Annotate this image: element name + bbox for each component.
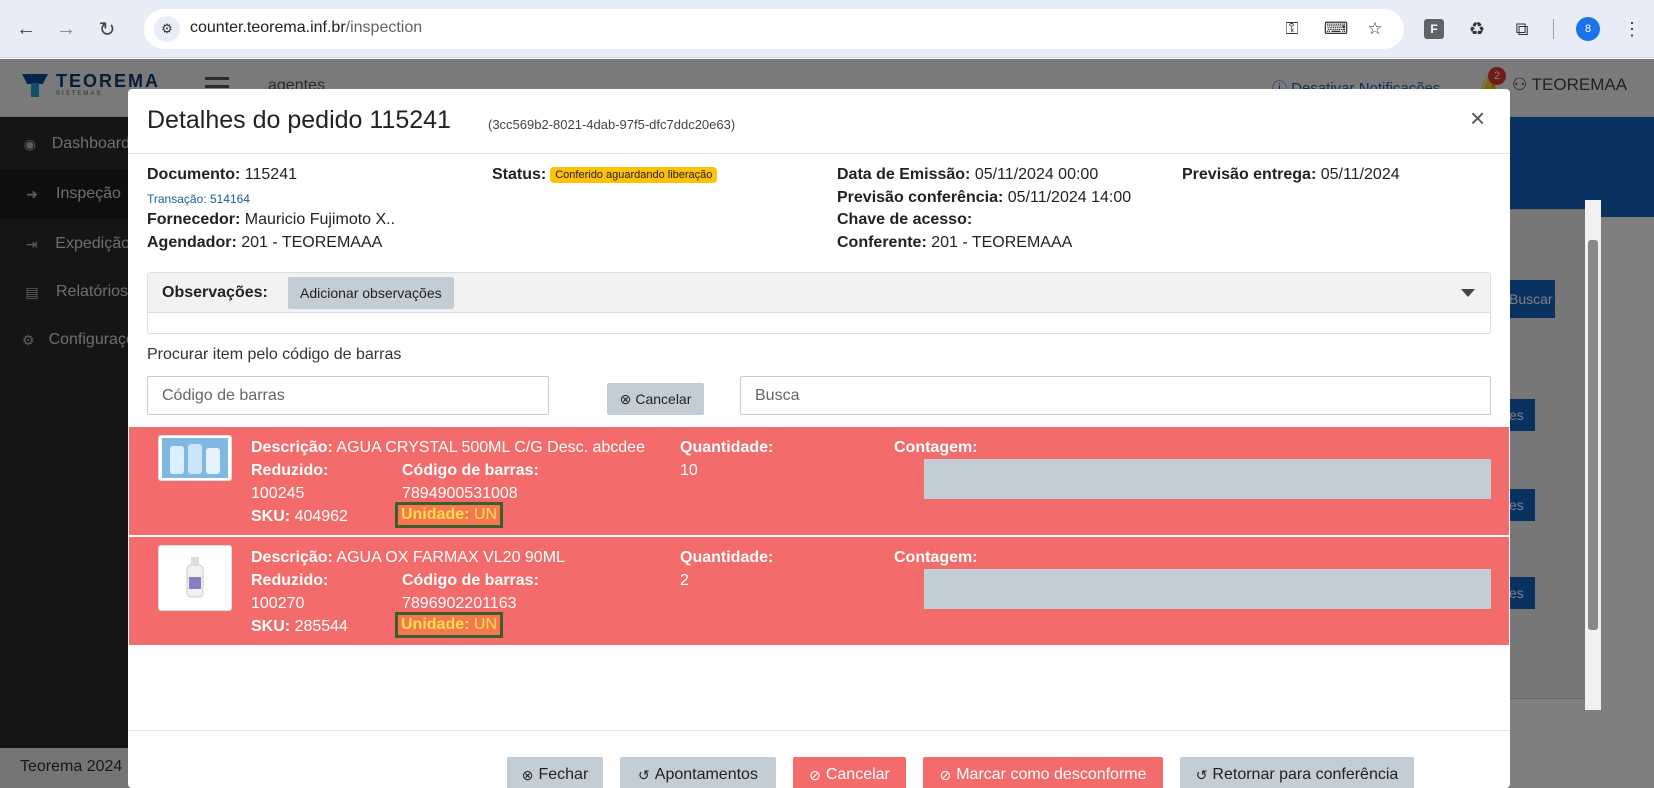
history-icon: ↺ [638, 766, 650, 783]
cancel-order-button[interactable]: ⊘ Cancelar [793, 757, 906, 788]
password-key-icon[interactable]: ⚿ [1280, 17, 1304, 41]
item-sku: SKU: 404962 [251, 508, 348, 525]
water-bottles-image [162, 438, 228, 478]
observacoes-panel: Observações: Adicionar observações [147, 272, 1491, 334]
cancel-search-button[interactable]: ⊗ Cancelar [607, 383, 704, 415]
item-barcode-value: 7896902201163 [402, 595, 517, 612]
return-to-check-button[interactable]: ↺ Retornar para conferência [1180, 757, 1414, 788]
item-reduzido-label: Reduzido: [251, 572, 329, 589]
item-reduzido-value: 100245 [251, 485, 305, 502]
address-bar[interactable]: ⚙ counter.teorema.inf.br/inspection ⚿ ⌨ … [144, 9, 1404, 49]
mark-nonconforming-button[interactable]: ⊘ Marcar como desconforme [923, 757, 1163, 788]
item-row: Descrição: AGUA OX FARMAX VL20 90ML Redu… [129, 537, 1509, 645]
recycle-extension-icon[interactable]: ♻ [1463, 15, 1491, 43]
item-description: Descrição: AGUA OX FARMAX VL20 90ML [251, 549, 565, 566]
agendador-field: Agendador: 201 - TEOREMAAA [147, 234, 383, 251]
browser-toolbar: ← → ↻ ⚙ counter.teorema.inf.br/inspectio… [0, 0, 1654, 58]
browser-menu-icon[interactable]: ⋮ [1618, 15, 1646, 43]
page-scrollbar-thumb[interactable] [1588, 240, 1598, 630]
translate-icon[interactable]: ⌨ [1324, 17, 1349, 41]
close-button[interactable]: ⊗ Fechar [507, 757, 603, 788]
back-icon[interactable]: ← [12, 15, 40, 43]
extensions-puzzle-icon[interactable]: ⧉ [1508, 15, 1536, 43]
observacoes-header[interactable]: Observações: Adicionar observações [148, 273, 1490, 313]
item-quantity-label: Quantidade: [680, 439, 774, 456]
toolbar-divider [1553, 19, 1554, 39]
extension-f-icon[interactable]: F [1420, 15, 1448, 43]
barcode-search-label: Procurar item pelo código de barras [147, 346, 402, 363]
item-count-input[interactable] [924, 569, 1491, 609]
times-circle-icon: ⊗ [619, 390, 632, 407]
item-quantity-label: Quantidade: [680, 549, 774, 566]
page-scrollbar[interactable] [1585, 200, 1601, 710]
fornecedor-field: Fornecedor: Mauricio Fujimoto X.. [147, 211, 396, 228]
busca-input[interactable] [740, 376, 1491, 415]
ban-icon: ⊘ [809, 766, 821, 783]
product-image [158, 435, 232, 481]
apontamentos-button[interactable]: ↺ Apontamentos [620, 757, 776, 788]
item-count-label: Contagem: [894, 439, 978, 456]
observacoes-label: Observações: [162, 284, 268, 301]
item-unit-highlight: Unidade: UN [395, 502, 504, 528]
bookmark-star-icon[interactable]: ☆ [1363, 17, 1387, 41]
close-icon[interactable]: × [1470, 103, 1485, 134]
ban-icon: ⊘ [939, 766, 952, 783]
previsao-conferencia-field: Previsão conferência: 05/11/2024 14:00 [837, 189, 1132, 206]
item-sku: SKU: 285544 [251, 618, 348, 635]
profile-avatar[interactable]: 8 [1574, 15, 1602, 43]
item-barcode-label: Código de barras: [402, 572, 539, 589]
conferente-field: Conferente: 201 - TEOREMAAA [837, 234, 1073, 251]
modal-title: Detalhes do pedido 115241 [147, 106, 451, 134]
item-barcode-value: 7894900531008 [402, 485, 518, 502]
item-unit-highlight: Unidade: UN [395, 612, 504, 638]
chave-acesso-field: Chave de acesso: [837, 211, 973, 228]
forward-icon[interactable]: → [52, 15, 80, 43]
item-reduzido-label: Reduzido: [251, 462, 329, 479]
previsao-entrega-field: Previsão entrega: 05/11/2024 [1182, 166, 1400, 183]
bottle-image [186, 557, 204, 598]
status-badge: Conferido aguardando liberação [550, 166, 718, 183]
reload-icon[interactable]: ↻ [93, 15, 121, 43]
barcode-input[interactable] [147, 376, 549, 415]
documento-field: Documento: 115241 [147, 166, 297, 183]
item-row: Descrição: AGUA CRYSTAL 500ML C/G Desc. … [129, 427, 1509, 535]
item-reduzido-value: 100270 [251, 595, 305, 612]
item-count-input[interactable] [924, 459, 1491, 499]
emissao-field: Data de Emissão: 05/11/2024 00:00 [837, 166, 1099, 183]
item-quantity-value: 2 [680, 572, 689, 589]
status-field: Status: Conferido aguardando liberação [492, 166, 718, 184]
order-details-modal: Detalhes do pedido 115241 (3cc569b2-8021… [128, 89, 1510, 788]
url-text[interactable]: counter.teorema.inf.br/inspection [190, 19, 422, 37]
order-uuid: (3cc569b2-8021-4dab-97f5-dfc7ddc20e63) [488, 117, 736, 132]
modal-header: Detalhes do pedido 115241 (3cc569b2-8021… [128, 89, 1510, 154]
item-quantity-value: 10 [680, 462, 698, 479]
item-count-label: Contagem: [894, 549, 978, 566]
undo-icon: ↺ [1195, 766, 1208, 783]
transacao-field: Transação: 514164 [147, 192, 250, 206]
times-circle-icon: ⊗ [521, 766, 534, 783]
modal-footer: ⊗ Fechar ↺ Apontamentos ⊘ Cancelar ⊘ Marcar … [128, 730, 1510, 788]
item-description: Descrição: AGUA CRYSTAL 500ML C/G Desc. … [251, 439, 645, 456]
add-observation-button[interactable]: Adicionar observações [288, 277, 454, 309]
caret-down-icon[interactable] [1461, 289, 1475, 297]
product-image [158, 545, 232, 611]
item-barcode-label: Código de barras: [402, 462, 539, 479]
site-info-icon[interactable]: ⚙ [154, 16, 180, 42]
